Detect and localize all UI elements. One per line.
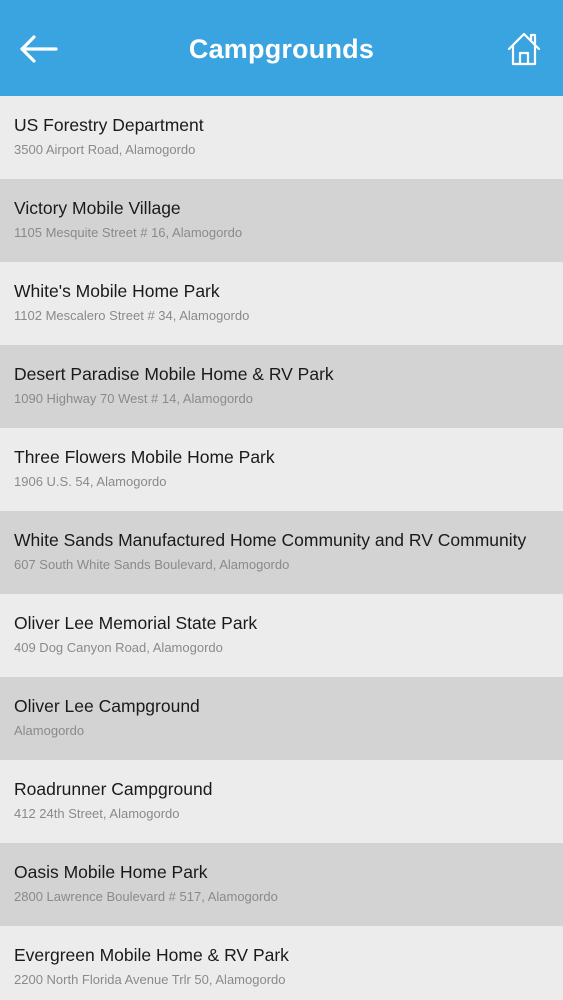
campground-address: 1906 U.S. 54, Alamogordo: [14, 474, 167, 489]
home-button[interactable]: [502, 28, 546, 70]
campground-address: 412 24th Street, Alamogordo: [14, 806, 180, 821]
campground-name: Oliver Lee Campground: [14, 696, 200, 716]
page-title: Campgrounds: [188, 34, 375, 64]
campground-address: 1102 Mescalero Street # 34, Alamogordo: [14, 308, 250, 323]
campground-address: 2800 Lawrence Boulevard # 517, Alamogord…: [14, 889, 278, 904]
campground-name: White's Mobile Home Park: [14, 281, 220, 301]
campground-name: Oliver Lee Memorial State Park: [14, 613, 258, 633]
campground-name: Desert Paradise Mobile Home & RV Park: [14, 364, 334, 384]
header-bar: Campgrounds: [0, 0, 563, 96]
campground-address: Alamogordo: [14, 723, 85, 738]
campground-name: US Forestry Department: [14, 115, 204, 135]
list-item[interactable]: Oasis Mobile Home Park 2800 Lawrence Bou…: [0, 843, 563, 926]
list-item[interactable]: Victory Mobile Village 1105 Mesquite Str…: [0, 179, 563, 262]
list-item[interactable]: White's Mobile Home Park 1102 Mescalero …: [0, 262, 563, 345]
campground-name: Oasis Mobile Home Park: [14, 862, 208, 882]
campground-address: 1090 Highway 70 West # 14, Alamogordo: [14, 391, 253, 406]
list-item[interactable]: Roadrunner Campground 412 24th Street, A…: [0, 760, 563, 843]
campground-address: 1105 Mesquite Street # 16, Alamogordo: [14, 225, 243, 240]
arrow-left-icon: [20, 35, 58, 63]
campground-list: US Forestry Department 3500 Airport Road…: [0, 96, 563, 1000]
list-item[interactable]: Desert Paradise Mobile Home & RV Park 10…: [0, 345, 563, 428]
campground-address: 2200 North Florida Avenue Trlr 50, Alamo…: [14, 972, 286, 987]
campground-name: Roadrunner Campground: [14, 779, 213, 799]
campground-address: 3500 Airport Road, Alamogordo: [14, 142, 196, 157]
list-item[interactable]: Evergreen Mobile Home & RV Park 2200 Nor…: [0, 926, 563, 1000]
home-icon: [507, 32, 541, 66]
campground-name: White Sands Manufactured Home Community …: [14, 530, 527, 550]
campground-address: 409 Dog Canyon Road, Alamogordo: [14, 640, 223, 655]
campgrounds-screen: Campgrounds US Forestry Department 3500 …: [0, 0, 563, 1000]
list-item[interactable]: US Forestry Department 3500 Airport Road…: [0, 96, 563, 179]
campground-address: 607 South White Sands Boulevard, Alamogo…: [14, 557, 290, 572]
list-item[interactable]: Oliver Lee Campground Alamogordo: [0, 677, 563, 760]
list-item[interactable]: White Sands Manufactured Home Community …: [0, 511, 563, 594]
list-item[interactable]: Three Flowers Mobile Home Park 1906 U.S.…: [0, 428, 563, 511]
campground-name: Victory Mobile Village: [14, 198, 181, 218]
list-item[interactable]: Oliver Lee Memorial State Park 409 Dog C…: [0, 594, 563, 677]
back-button[interactable]: [14, 28, 62, 70]
campground-name: Three Flowers Mobile Home Park: [14, 447, 275, 467]
campground-name: Evergreen Mobile Home & RV Park: [14, 945, 289, 965]
